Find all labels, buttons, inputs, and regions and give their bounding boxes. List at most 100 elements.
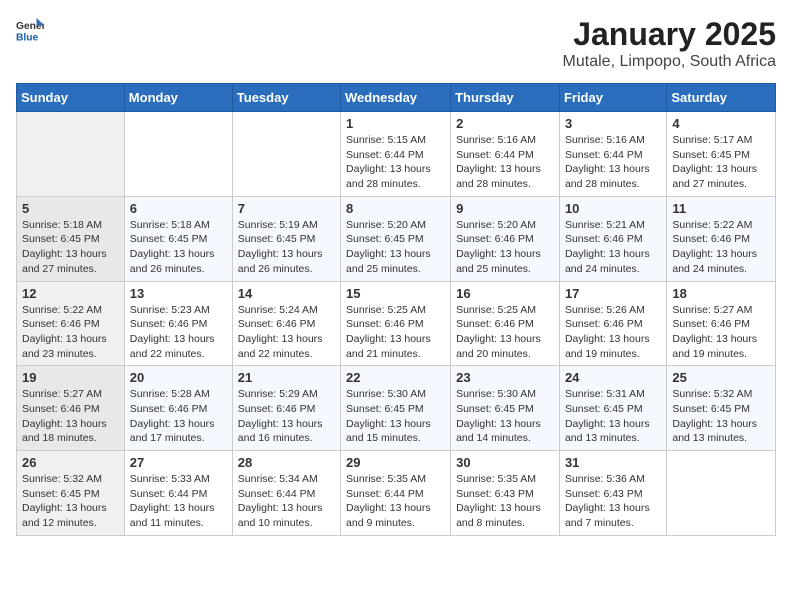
calendar-cell: 23 Sunrise: 5:30 AM Sunset: 6:45 PM Dayli… [451, 366, 560, 451]
calendar-cell: 27 Sunrise: 5:33 AM Sunset: 6:44 PM Dayli… [124, 451, 232, 536]
calendar-cell: 5Sunrise: 5:18 AM Sunset: 6:45 PM Daylig… [17, 196, 125, 281]
calendar-cell [232, 112, 340, 197]
logo: General Blue [16, 16, 44, 44]
calendar-cell: 11 Sunrise: 5:22 AM Sunset: 6:46 PM Dayli… [667, 196, 776, 281]
calendar-cell: 2Sunrise: 5:16 AM Sunset: 6:44 PM Daylig… [451, 112, 560, 197]
day-number: 6 [130, 201, 227, 216]
calendar-cell: 31 Sunrise: 5:36 AM Sunset: 6:43 PM Dayli… [559, 451, 666, 536]
day-number: 9 [456, 201, 554, 216]
day-header-saturday: Saturday [667, 84, 776, 112]
day-content: Sunrise: 5:24 AM Sunset: 6:46 PM Dayligh… [238, 303, 335, 362]
day-content: Sunrise: 5:25 AM Sunset: 6:46 PM Dayligh… [456, 303, 554, 362]
calendar-cell: 25Sunrise: 5:32 AM Sunset: 6:45 PM Dayli… [667, 366, 776, 451]
calendar-cell: 24Sunrise: 5:31 AM Sunset: 6:45 PM Dayli… [559, 366, 666, 451]
day-content: Sunrise: 5:23 AM Sunset: 6:46 PM Dayligh… [130, 303, 227, 362]
week-row-1: 1 Sunrise: 5:15 AM Sunset: 6:44 PM Daylig… [17, 112, 776, 197]
day-number: 2 [456, 116, 554, 131]
day-content: Sunrise: 5:20 AM Sunset: 6:46 PM Dayligh… [456, 218, 554, 277]
day-content: Sunrise: 5:30 AM Sunset: 6:45 PM Dayligh… [346, 387, 445, 446]
week-row-2: 5 Sunrise: 5:18 AM Sunset: 6:45 PM Daylig… [17, 196, 776, 281]
day-number: 27 [130, 455, 227, 470]
day-content: Sunrise: 5:20 AM Sunset: 6:45 PM Dayligh… [346, 218, 445, 277]
day-content: Sunrise: 5:27 AM Sunset: 6:46 PM Dayligh… [672, 303, 770, 362]
calendar-cell: 1 Sunrise: 5:15 AM Sunset: 6:44 PM Daylig… [341, 112, 451, 197]
day-content: Sunrise: 5:15 AM Sunset: 6:44 PM Dayligh… [346, 133, 445, 192]
day-number: 3 [565, 116, 661, 131]
calendar-cell: 26 Sunrise: 5:32 AM Sunset: 6:45 PM Dayli… [17, 451, 125, 536]
day-number: 24 [565, 370, 661, 385]
day-header-monday: Monday [124, 84, 232, 112]
day-number: 30 [456, 455, 554, 470]
calendar-cell: 14 Sunrise: 5:24 AM Sunset: 6:46 PM Dayli… [232, 281, 340, 366]
calendar-cell [667, 451, 776, 536]
day-number: 4 [672, 116, 770, 131]
day-content: Sunrise: 5:21 AM Sunset: 6:46 PM Dayligh… [565, 218, 661, 277]
day-number: 1 [346, 116, 445, 131]
day-content: Sunrise: 5:33 AM Sunset: 6:44 PM Dayligh… [130, 472, 227, 531]
calendar-cell: 6 Sunrise: 5:18 AM Sunset: 6:45 PM Daylig… [124, 196, 232, 281]
calendar-cell: 7 Sunrise: 5:19 AM Sunset: 6:45 PM Daylig… [232, 196, 340, 281]
week-row-4: 19 Sunrise: 5:27 AM Sunset: 6:46 PM Dayli… [17, 366, 776, 451]
day-header-thursday: Thursday [451, 84, 560, 112]
day-header-wednesday: Wednesday [341, 84, 451, 112]
day-content: Sunrise: 5:32 AM Sunset: 6:45 PM Dayligh… [672, 387, 770, 446]
calendar-cell: 9 Sunrise: 5:20 AM Sunset: 6:46 PM Daylig… [451, 196, 560, 281]
day-content: Sunrise: 5:29 AM Sunset: 6:46 PM Dayligh… [238, 387, 335, 446]
day-content: Sunrise: 5:30 AM Sunset: 6:45 PM Dayligh… [456, 387, 554, 446]
week-row-5: 26 Sunrise: 5:32 AM Sunset: 6:45 PM Dayli… [17, 451, 776, 536]
day-content: Sunrise: 5:22 AM Sunset: 6:46 PM Dayligh… [672, 218, 770, 277]
day-number: 23 [456, 370, 554, 385]
calendar-cell: 19 Sunrise: 5:27 AM Sunset: 6:46 PM Dayli… [17, 366, 125, 451]
page-header: General Blue January 2025 Mutale, Limpop… [16, 16, 776, 71]
calendar-cell: 30 Sunrise: 5:35 AM Sunset: 6:43 PM Dayli… [451, 451, 560, 536]
calendar-cell: 3Sunrise: 5:16 AM Sunset: 6:44 PM Daylig… [559, 112, 666, 197]
day-number: 22 [346, 370, 445, 385]
day-number: 20 [130, 370, 227, 385]
day-number: 19 [22, 370, 119, 385]
day-number: 7 [238, 201, 335, 216]
calendar-cell: 28Sunrise: 5:34 AM Sunset: 6:44 PM Dayli… [232, 451, 340, 536]
calendar-header-row: SundayMondayTuesdayWednesdayThursdayFrid… [17, 84, 776, 112]
day-content: Sunrise: 5:25 AM Sunset: 6:46 PM Dayligh… [346, 303, 445, 362]
day-content: Sunrise: 5:32 AM Sunset: 6:45 PM Dayligh… [22, 472, 119, 531]
day-number: 11 [672, 201, 770, 216]
day-content: Sunrise: 5:26 AM Sunset: 6:46 PM Dayligh… [565, 303, 661, 362]
day-number: 26 [22, 455, 119, 470]
day-header-sunday: Sunday [17, 84, 125, 112]
calendar-cell [17, 112, 125, 197]
day-content: Sunrise: 5:34 AM Sunset: 6:44 PM Dayligh… [238, 472, 335, 531]
page-title: January 2025 [563, 16, 776, 53]
calendar-cell: 18 Sunrise: 5:27 AM Sunset: 6:46 PM Dayli… [667, 281, 776, 366]
calendar-cell: 8 Sunrise: 5:20 AM Sunset: 6:45 PM Daylig… [341, 196, 451, 281]
svg-text:Blue: Blue [16, 32, 39, 43]
day-number: 8 [346, 201, 445, 216]
page-subtitle: Mutale, Limpopo, South Africa [563, 53, 776, 71]
calendar-cell: 22 Sunrise: 5:30 AM Sunset: 6:45 PM Dayli… [341, 366, 451, 451]
day-number: 18 [672, 286, 770, 301]
day-content: Sunrise: 5:35 AM Sunset: 6:43 PM Dayligh… [456, 472, 554, 531]
calendar-cell: 17Sunrise: 5:26 AM Sunset: 6:46 PM Dayli… [559, 281, 666, 366]
week-row-3: 12 Sunrise: 5:22 AM Sunset: 6:46 PM Dayli… [17, 281, 776, 366]
calendar-cell: 12 Sunrise: 5:22 AM Sunset: 6:46 PM Dayli… [17, 281, 125, 366]
day-content: Sunrise: 5:22 AM Sunset: 6:46 PM Dayligh… [22, 303, 119, 362]
day-content: Sunrise: 5:36 AM Sunset: 6:43 PM Dayligh… [565, 472, 661, 531]
calendar-cell: 15 Sunrise: 5:25 AM Sunset: 6:46 PM Dayli… [341, 281, 451, 366]
day-header-friday: Friday [559, 84, 666, 112]
day-number: 14 [238, 286, 335, 301]
day-number: 31 [565, 455, 661, 470]
day-number: 15 [346, 286, 445, 301]
calendar-cell: 10Sunrise: 5:21 AM Sunset: 6:46 PM Dayli… [559, 196, 666, 281]
day-content: Sunrise: 5:19 AM Sunset: 6:45 PM Dayligh… [238, 218, 335, 277]
day-number: 29 [346, 455, 445, 470]
day-content: Sunrise: 5:27 AM Sunset: 6:46 PM Dayligh… [22, 387, 119, 446]
day-content: Sunrise: 5:17 AM Sunset: 6:45 PM Dayligh… [672, 133, 770, 192]
day-number: 16 [456, 286, 554, 301]
day-number: 5 [22, 201, 119, 216]
calendar-cell [124, 112, 232, 197]
day-header-tuesday: Tuesday [232, 84, 340, 112]
day-number: 13 [130, 286, 227, 301]
day-number: 12 [22, 286, 119, 301]
day-content: Sunrise: 5:18 AM Sunset: 6:45 PM Dayligh… [130, 218, 227, 277]
calendar-cell: 20Sunrise: 5:28 AM Sunset: 6:46 PM Dayli… [124, 366, 232, 451]
calendar-cell: 29Sunrise: 5:35 AM Sunset: 6:44 PM Dayli… [341, 451, 451, 536]
